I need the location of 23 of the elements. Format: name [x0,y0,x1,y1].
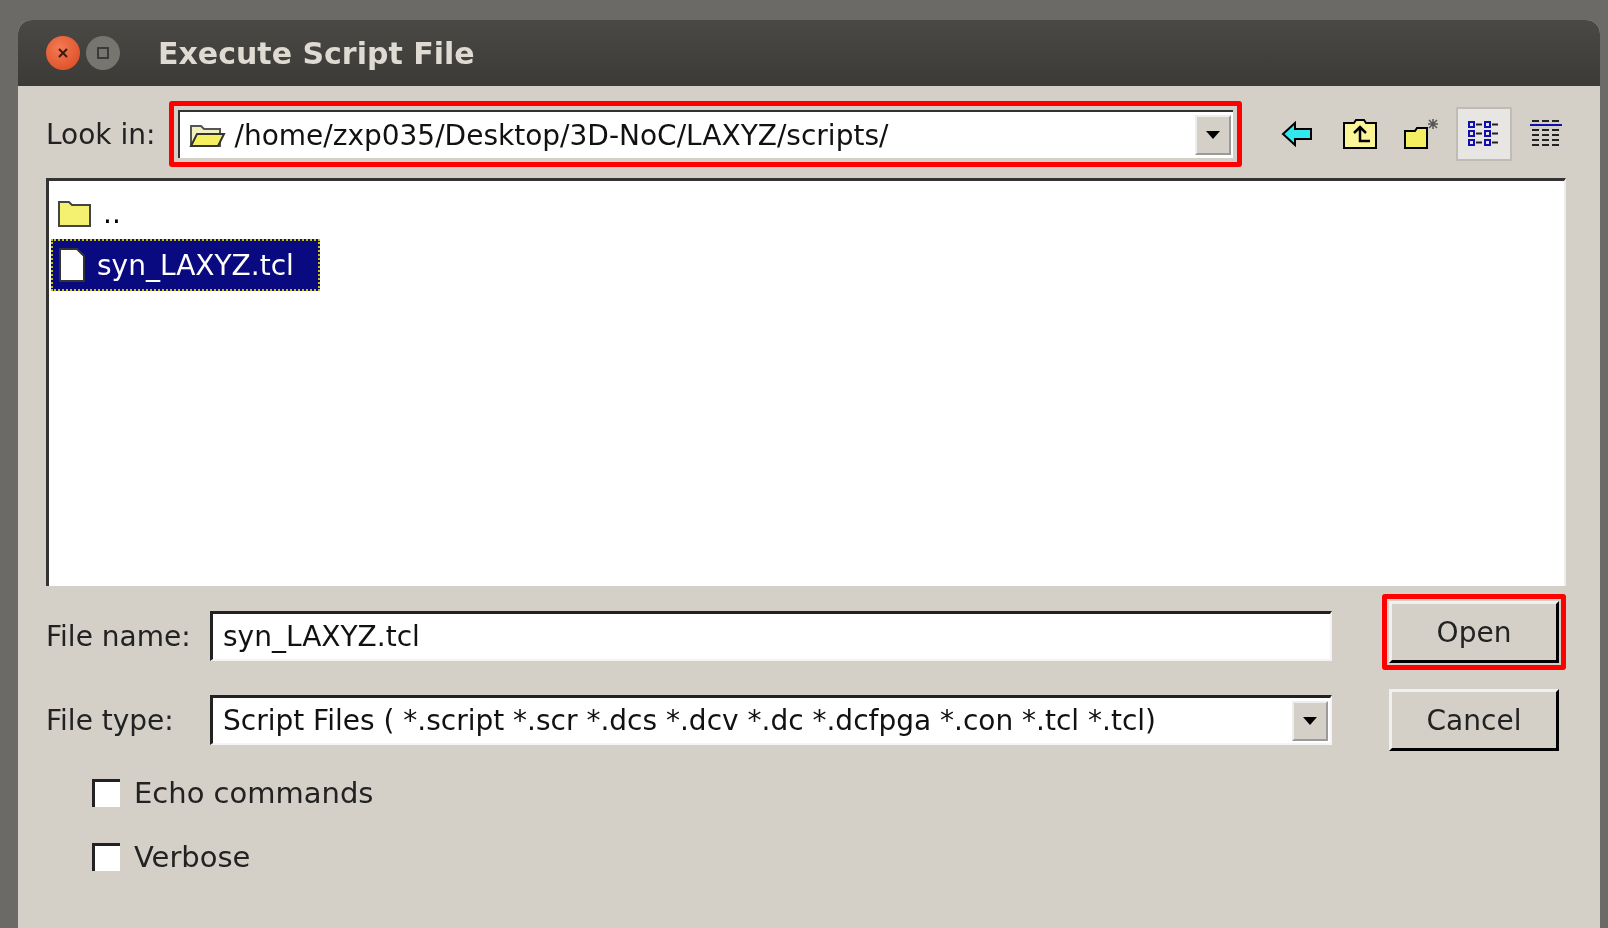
maximize-icon [96,46,110,60]
open-button[interactable]: Open [1389,601,1559,663]
file-name-label: File name: [46,619,192,653]
file-type-dropdown[interactable]: Script Files ( *.script *.scr *.dcs *.dcv *.dc *.dcfpga *.con *.tcl *.tcl) [210,695,1332,745]
look-in-label: Look in: [46,117,156,151]
checkbox-label[interactable]: Verbose [134,840,251,874]
folder-item[interactable]: .. [51,187,147,239]
document-icon [57,247,87,283]
list-view-button[interactable] [1456,107,1513,161]
file-type-label: File type: [46,703,175,737]
maximize-button[interactable] [86,36,120,70]
file-name-field[interactable]: syn_LAXYZ.tcl [210,611,1332,661]
folder-icon [57,198,93,228]
checkbox[interactable] [92,843,120,871]
look-in-dropdown[interactable]: /home/zxp035/Desktop/3D-NoC/LAXYZ/scripts/ [178,110,1234,158]
window-title: Execute Script File [158,35,475,71]
cancel-button[interactable]: Cancel [1389,689,1559,751]
file-item[interactable]: syn_LAXYZ.tcl [51,239,320,291]
details-view-icon [1528,119,1565,149]
checkbox-label[interactable]: Echo commands [134,776,374,810]
checkbox[interactable] [92,779,120,807]
close-button[interactable] [46,36,80,70]
close-icon [56,46,70,60]
